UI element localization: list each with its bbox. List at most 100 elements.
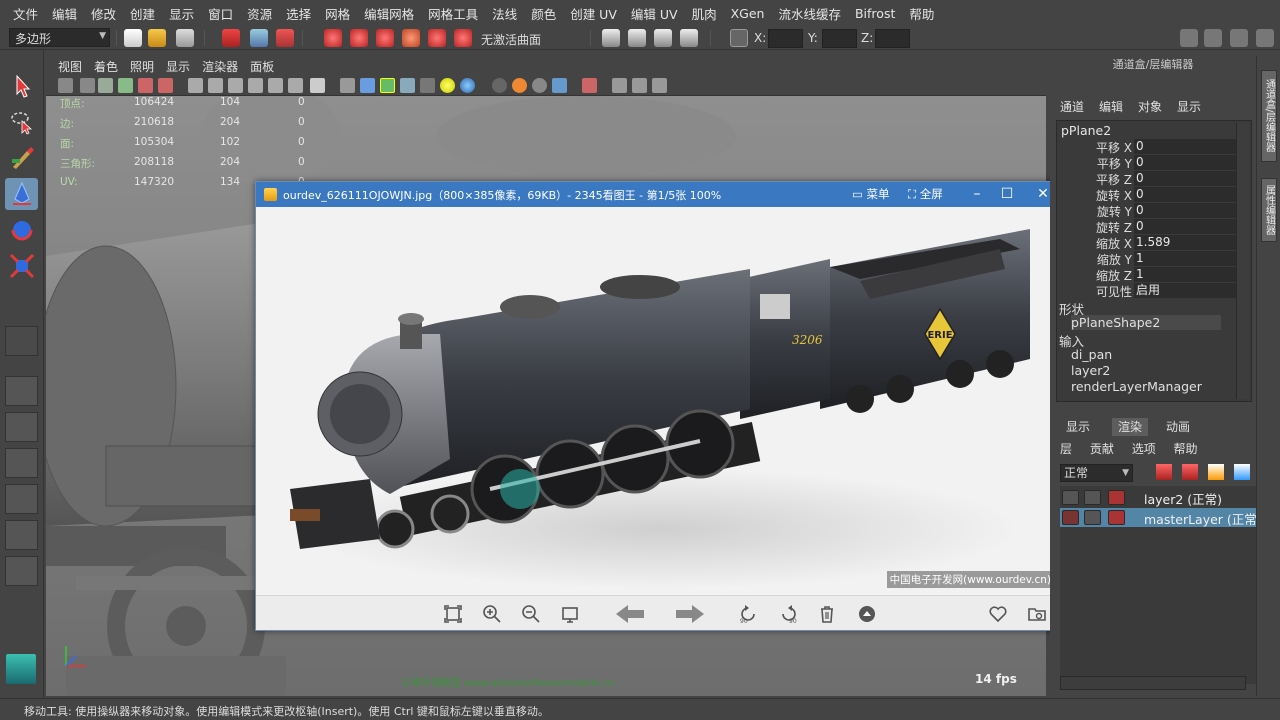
checker-icon[interactable] <box>420 78 435 93</box>
side-tab-channel-box[interactable]: 通道盒/层编辑器 <box>1261 70 1277 162</box>
lasso-tool[interactable] <box>5 106 38 138</box>
rotate-left-icon[interactable]: 90 <box>739 604 759 624</box>
render-setup-icon[interactable] <box>1108 490 1125 505</box>
scale-tool[interactable] <box>5 250 38 282</box>
grid-icon[interactable] <box>188 78 203 93</box>
rotate-right-icon[interactable]: 90 <box>778 604 798 624</box>
safe-action-icon[interactable] <box>288 78 303 93</box>
menu-color[interactable]: 颜色 <box>524 4 563 23</box>
layer-menu-help[interactable]: 帮助 <box>1174 442 1198 456</box>
cb-menu-show[interactable]: 显示 <box>1177 98 1208 115</box>
save-scene-icon[interactable] <box>176 29 194 47</box>
render-setup-icon[interactable] <box>1108 510 1125 525</box>
lights-icon[interactable] <box>440 78 455 93</box>
channel-box-icon[interactable] <box>1256 29 1274 47</box>
attr-value[interactable]: 0 <box>1134 219 1237 234</box>
attr-value[interactable]: 1.589 <box>1134 235 1237 250</box>
viewport-menu-renderer[interactable]: 渲染器 <box>196 58 244 75</box>
attr-translate-y[interactable]: 平移 Y0 <box>1057 155 1237 171</box>
ipr-render-icon[interactable] <box>654 29 672 47</box>
attr-scale-z[interactable]: 缩放 Z1 <box>1057 267 1237 283</box>
recycle-icon[interactable] <box>1084 510 1101 525</box>
menu-select[interactable]: 选择 <box>279 4 318 23</box>
shadows-icon[interactable] <box>460 78 475 93</box>
attr-value[interactable]: 0 <box>1134 139 1237 154</box>
menu-window[interactable]: 窗口 <box>201 4 240 23</box>
select-hierarchy-icon[interactable] <box>222 29 240 47</box>
up-icon[interactable] <box>857 604 877 624</box>
paint-select-tool[interactable] <box>5 142 38 174</box>
menu-create-uv[interactable]: 创建 UV <box>563 4 624 23</box>
menu-modify[interactable]: 修改 <box>84 4 123 23</box>
attribute-editor-icon[interactable] <box>1204 29 1222 47</box>
attr-value[interactable]: 0 <box>1134 203 1237 218</box>
new-layer-icon[interactable] <box>1156 464 1172 480</box>
layer-list-scrollbar[interactable] <box>1060 676 1246 690</box>
x-field[interactable] <box>768 29 803 48</box>
menu-bifrost[interactable]: Bifrost <box>848 6 902 21</box>
live-surface-label[interactable]: 无激活曲面 <box>481 31 541 48</box>
depth-of-field-icon[interactable] <box>552 78 567 93</box>
menu-help[interactable]: 帮助 <box>902 4 941 23</box>
viewer-menu-button[interactable]: ▭ 菜单 <box>852 186 890 202</box>
xray-joints-icon[interactable] <box>632 78 647 93</box>
persp-outliner-layout[interactable] <box>5 448 38 478</box>
attr-value[interactable]: 启用 <box>1134 283 1237 298</box>
attr-value[interactable]: 0 <box>1134 187 1237 202</box>
menu-create[interactable]: 创建 <box>123 4 162 23</box>
folder-icon[interactable] <box>1027 604 1047 624</box>
attr-scale-y[interactable]: 缩放 Y1 <box>1057 251 1237 267</box>
bookmarks-icon[interactable] <box>98 78 113 93</box>
shape-node[interactable]: pPlaneShape2 <box>1071 315 1221 330</box>
viewer-fullscreen-button[interactable]: ⛶ 全屏 <box>908 186 943 202</box>
layer-name[interactable]: layer2 (正常) <box>1144 489 1222 508</box>
grease-pencil-icon[interactable] <box>138 78 153 93</box>
zoom-out-icon[interactable] <box>521 604 541 624</box>
tool-settings-icon[interactable] <box>1230 29 1248 47</box>
menu-edit[interactable]: 编辑 <box>45 4 84 23</box>
attr-value[interactable]: 0 <box>1134 171 1237 186</box>
attr-value[interactable]: 1 <box>1134 267 1237 282</box>
menu-mesh-tools[interactable]: 网格工具 <box>421 4 485 23</box>
magnet-icon[interactable] <box>454 29 472 47</box>
menu-normals[interactable]: 法线 <box>485 4 524 23</box>
menu-mesh[interactable]: 网格 <box>318 4 357 23</box>
input-node[interactable]: di_pan <box>1071 347 1112 362</box>
minimize-button[interactable]: – <box>966 184 988 204</box>
attr-rotate-z[interactable]: 旋转 Z0 <box>1057 219 1237 235</box>
viewer-title-bar[interactable]: ourdev_626111OJOWJN.jpg（800×385像素，69KB）-… <box>256 182 1062 207</box>
last-tool-slot[interactable] <box>5 326 38 356</box>
menu-assets[interactable]: 资源 <box>240 4 279 23</box>
hypershade-layout[interactable] <box>5 520 38 550</box>
side-tab-attribute-editor[interactable]: 属性编辑器 <box>1261 178 1277 242</box>
render-view-icon[interactable] <box>602 29 620 47</box>
persp-graph-layout[interactable] <box>5 484 38 514</box>
image-plane-icon[interactable] <box>118 78 133 93</box>
xray-active-icon[interactable] <box>652 78 667 93</box>
wireframe-on-shaded-icon[interactable] <box>380 78 395 93</box>
persp-graph-outliner-layout[interactable] <box>5 556 38 586</box>
layer-row[interactable]: layer2 (正常) <box>1060 488 1256 507</box>
delete-icon[interactable] <box>817 604 837 624</box>
input-node[interactable]: renderLayerManager <box>1071 379 1202 394</box>
anti-alias-icon[interactable] <box>532 78 547 93</box>
menu-pipeline-cache[interactable]: 流水线缓存 <box>771 4 848 23</box>
two-d-pan-icon[interactable] <box>158 78 173 93</box>
menu-display[interactable]: 显示 <box>162 4 201 23</box>
viewport-menu-view[interactable]: 视图 <box>52 58 88 75</box>
open-scene-icon[interactable] <box>148 29 166 47</box>
layer-name[interactable]: masterLayer (正常 <box>1144 509 1257 528</box>
field-chart-icon[interactable] <box>268 78 283 93</box>
sidebar-toggle-icon[interactable] <box>1180 29 1198 47</box>
zoom-in-icon[interactable] <box>482 604 502 624</box>
attr-rotate-y[interactable]: 旋转 Y0 <box>1057 203 1237 219</box>
attr-visibility[interactable]: 可见性 启用 <box>1057 283 1237 299</box>
screen-space-ao-icon[interactable] <box>492 78 507 93</box>
wireframe-icon[interactable] <box>340 78 355 93</box>
transform-icon[interactable] <box>730 29 748 47</box>
snap-view-plane-icon[interactable] <box>402 29 420 47</box>
y-field[interactable] <box>822 29 857 48</box>
viewport-menu-lighting[interactable]: 照明 <box>124 58 160 75</box>
camera-icon[interactable] <box>58 78 73 93</box>
snap-point-icon[interactable] <box>376 29 394 47</box>
